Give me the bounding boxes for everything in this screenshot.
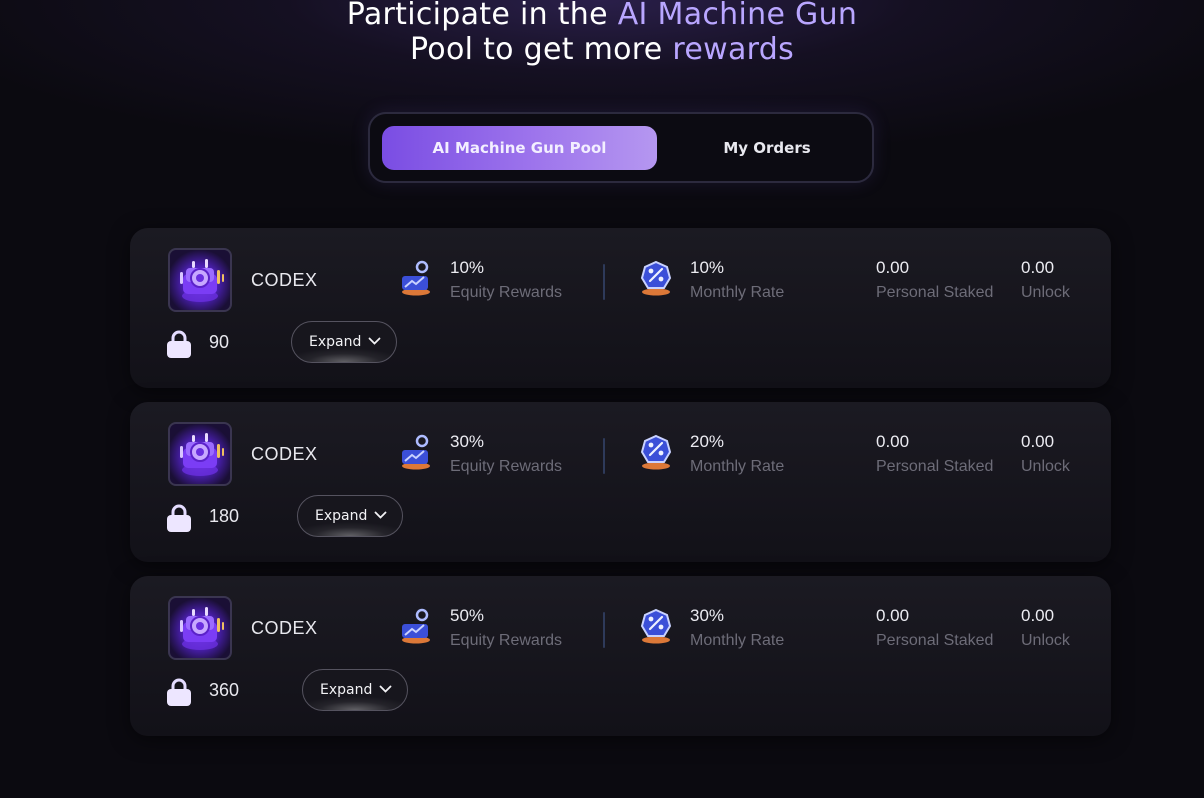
monthly-rate-label: Monthly Rate [690, 284, 785, 301]
robot-coin-icon [180, 433, 224, 476]
unlock-value: 0.00 [1021, 258, 1055, 277]
person-chart-icon [402, 434, 430, 470]
unlock-label: Unlock [1021, 284, 1070, 301]
title-text: Pool to get more [409, 32, 673, 67]
personal-staked-value: 0.00 [876, 432, 910, 451]
lock-icon [167, 678, 191, 706]
monthly-rate-value: 10% [690, 258, 725, 277]
personal-staked-label: Personal Staked [876, 458, 994, 475]
unlock-label: Unlock [1021, 458, 1070, 475]
title-highlight: rewards [672, 32, 795, 67]
coin-logo-box [168, 422, 232, 486]
equity-rewards-value: 50% [450, 606, 485, 625]
equity-rewards-label: Equity Rewards [450, 632, 563, 649]
stat-divider [603, 612, 605, 648]
page-title-line-2: Pool to get more rewards [0, 32, 1204, 68]
tab-ai-machine-gun-pool[interactable]: AI Machine Gun Pool [382, 126, 657, 170]
robot-coin-icon [180, 607, 224, 650]
person-chart-icon [402, 260, 430, 296]
personal-staked-value: 0.00 [876, 258, 910, 277]
unlock-label: Unlock [1021, 632, 1070, 649]
coin-name: CODEX [251, 444, 318, 464]
lock-period-days: 90 [209, 332, 230, 352]
monthly-rate-value: 20% [690, 432, 725, 451]
lock-icon [167, 330, 191, 358]
percent-badge-icon [640, 260, 672, 296]
chevron-down-icon [379, 685, 392, 693]
stat-divider [603, 264, 605, 300]
pool-tabs: AI Machine Gun Pool My Orders [368, 112, 874, 183]
lock-icon [167, 504, 191, 532]
stat-divider [603, 438, 605, 474]
unlock-value: 0.00 [1021, 432, 1055, 451]
pool-card: CODEX 360 Expand 50% Equity Rewards 30% … [130, 576, 1111, 736]
chevron-down-icon [368, 337, 381, 345]
chevron-down-icon [374, 511, 387, 519]
coin-logo-box [168, 248, 232, 312]
equity-rewards-value: 10% [450, 258, 485, 277]
percent-badge-icon [640, 608, 672, 644]
expand-button[interactable]: Expand [291, 321, 397, 363]
coin-name: CODEX [251, 618, 318, 638]
pool-card: CODEX 90 Expand 10% Equity Rewards 10% M… [130, 228, 1111, 388]
pool-card: CODEX 180 Expand 30% Equity Rewards 20% … [130, 402, 1111, 562]
monthly-rate-label: Monthly Rate [690, 458, 785, 475]
title-highlight: AI Machine Gun [617, 0, 858, 32]
monthly-rate-value: 30% [690, 606, 725, 625]
tab-my-orders[interactable]: My Orders [662, 126, 872, 170]
coin-name: CODEX [251, 270, 318, 290]
equity-rewards-label: Equity Rewards [450, 284, 563, 301]
percent-badge-icon [640, 434, 672, 470]
page-title-line-1: Participate in the AI Machine Gun [0, 0, 1204, 33]
coin-logo-box [168, 596, 232, 660]
title-text: Participate in the [346, 0, 618, 32]
expand-button[interactable]: Expand [302, 669, 408, 711]
expand-button[interactable]: Expand [297, 495, 403, 537]
personal-staked-value: 0.00 [876, 606, 910, 625]
unlock-value: 0.00 [1021, 606, 1055, 625]
personal-staked-label: Personal Staked [876, 632, 994, 649]
expand-label: Expand [309, 334, 362, 350]
person-chart-icon [402, 608, 430, 644]
personal-staked-label: Personal Staked [876, 284, 994, 301]
robot-coin-icon [180, 259, 224, 302]
lock-period-days: 360 [209, 680, 240, 700]
monthly-rate-label: Monthly Rate [690, 632, 785, 649]
equity-rewards-label: Equity Rewards [450, 458, 563, 475]
equity-rewards-value: 30% [450, 432, 485, 451]
expand-label: Expand [320, 682, 373, 698]
expand-label: Expand [315, 508, 368, 524]
lock-period-days: 180 [209, 506, 240, 526]
